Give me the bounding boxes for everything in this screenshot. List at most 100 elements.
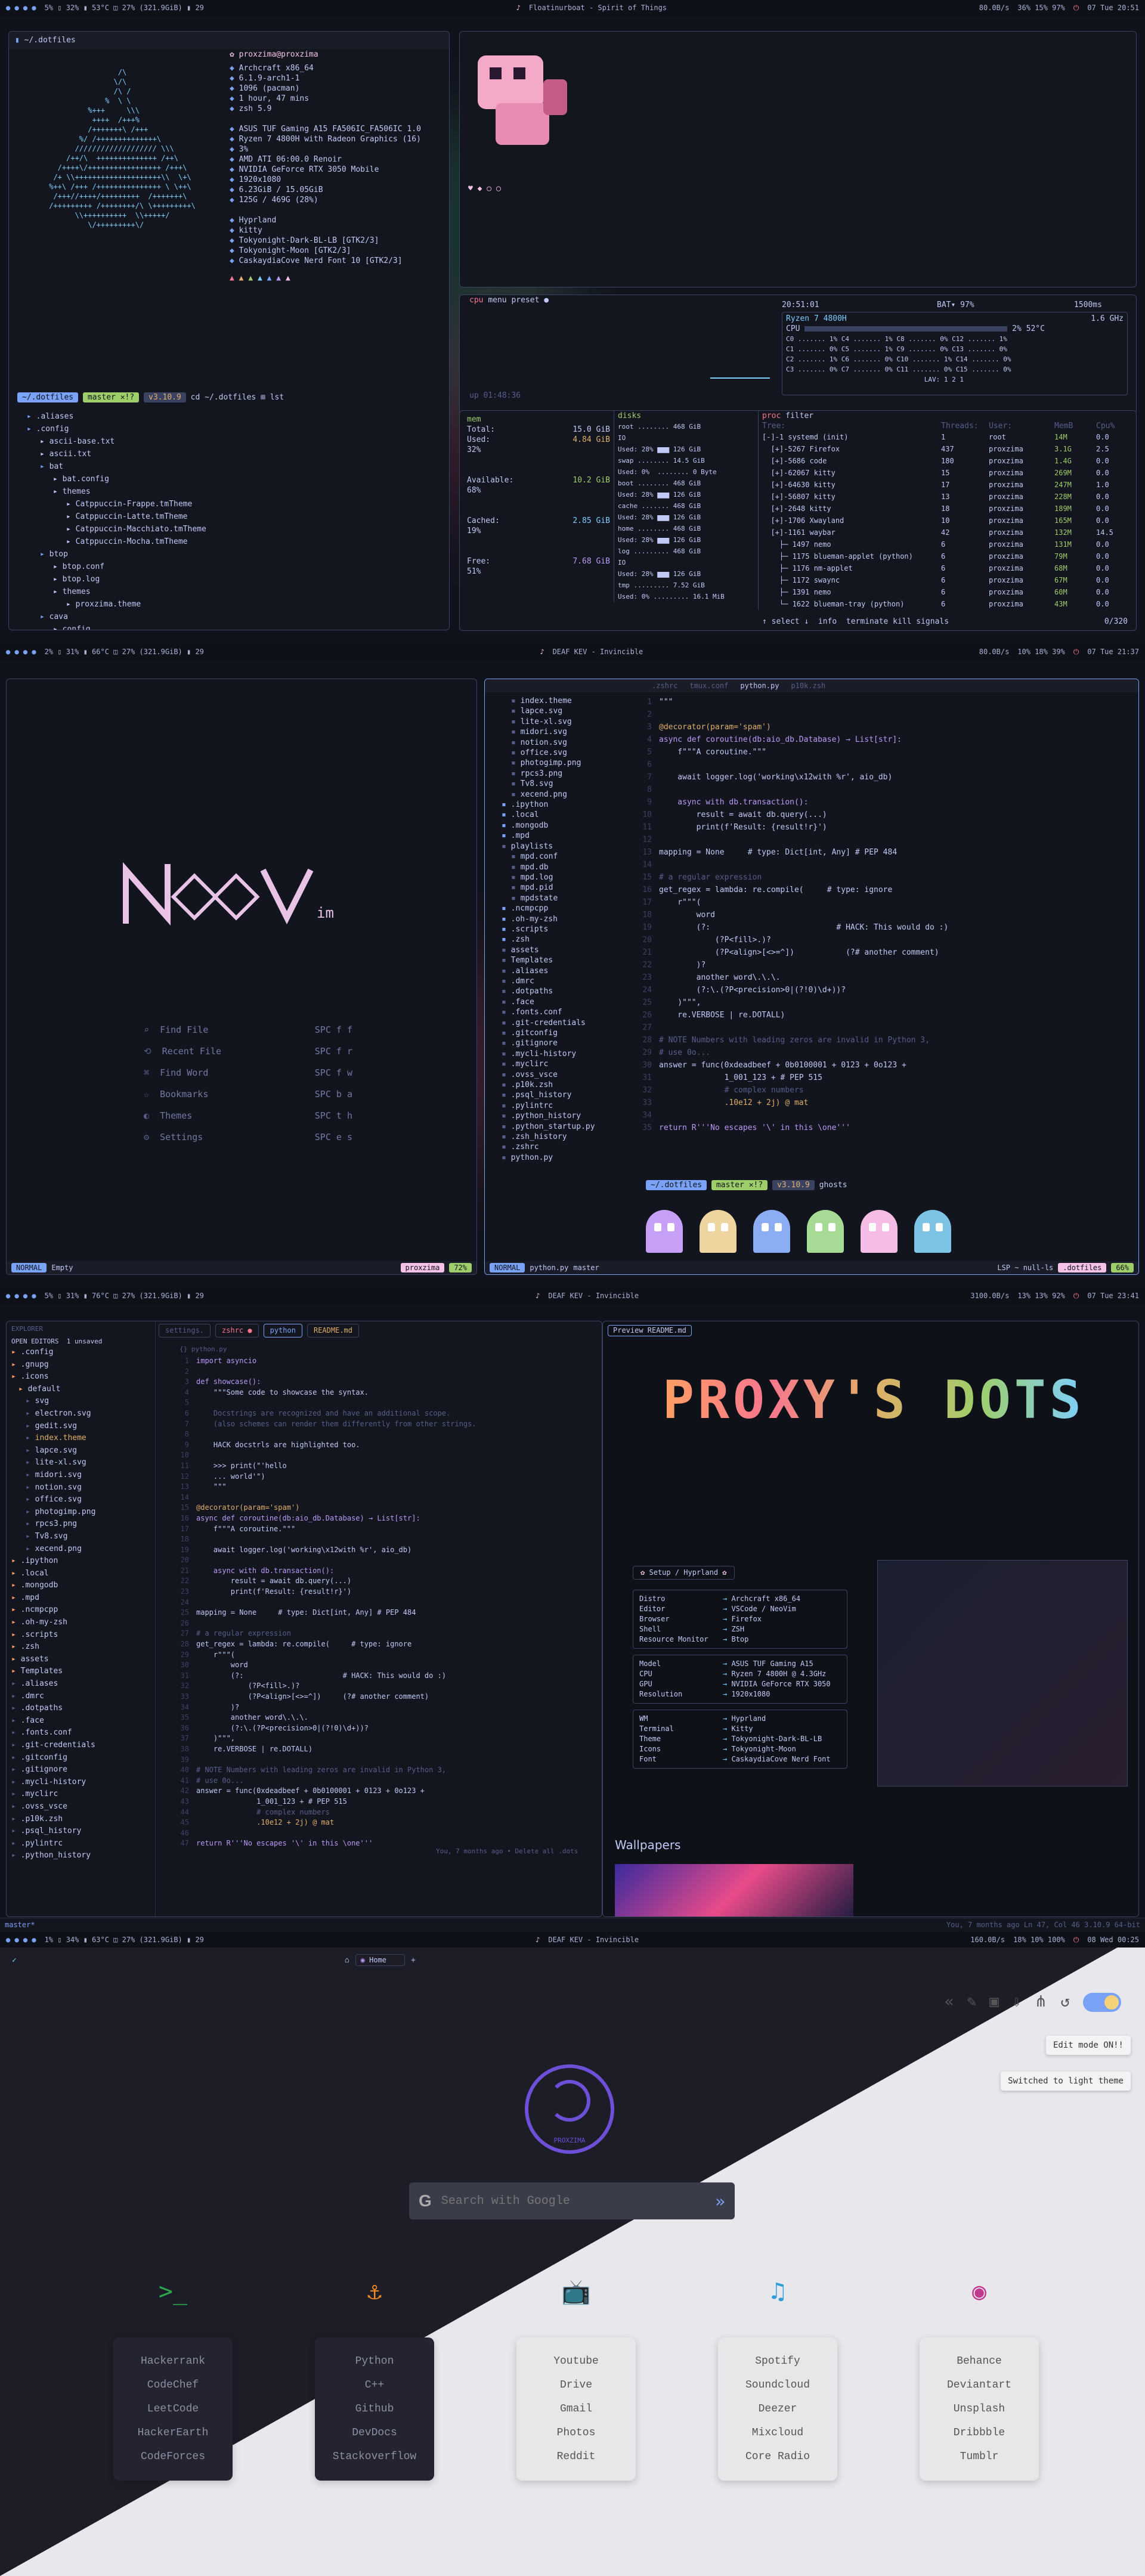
tree-item[interactable]: ▸ themes bbox=[27, 586, 206, 598]
tree-item[interactable]: ▸ .git-credentials bbox=[11, 1739, 155, 1752]
link-leetcode[interactable]: LeetCode bbox=[113, 2397, 233, 2421]
link-soundcloud[interactable]: Soundcloud bbox=[718, 2373, 837, 2397]
tree-item[interactable]: ▪ assets bbox=[497, 945, 595, 955]
tree-item[interactable]: ▸ office.svg bbox=[11, 1494, 155, 1506]
menu-item[interactable]: ☆ Bookmarks SPC b a bbox=[144, 1083, 352, 1105]
tree-item[interactable]: ▸ .aliases bbox=[11, 1678, 155, 1690]
tree-item[interactable]: ▪ python.py bbox=[497, 1153, 595, 1163]
save-icon[interactable]: ▣ bbox=[989, 1993, 999, 2012]
btop-interval[interactable]: 1500ms bbox=[1074, 300, 1102, 310]
proc-row[interactable]: [-]-1 systemd (init) 1 root 14M 0.0 bbox=[762, 431, 1134, 443]
link-behance[interactable]: Behance bbox=[920, 2349, 1039, 2373]
workspace-dots[interactable]: ● ● ● ● bbox=[6, 1936, 36, 1944]
tree-item[interactable]: ▸ .ncmpcpp bbox=[11, 1604, 155, 1617]
tree-item[interactable]: ▪ .ovss_vsce bbox=[497, 1070, 595, 1080]
menu-item[interactable]: ⚙ Settings SPC e s bbox=[144, 1126, 352, 1148]
search-submit-icon[interactable]: » bbox=[715, 2191, 725, 2211]
tree-item[interactable]: ▸ electron.svg bbox=[11, 1408, 155, 1420]
proc-row[interactable]: [+]-2648 kitty 18 proxzima 189M 0.0 bbox=[762, 503, 1134, 515]
link-codechef[interactable]: CodeChef bbox=[113, 2373, 233, 2397]
tree-item[interactable]: ▪ mpd.db bbox=[497, 862, 595, 872]
proc-row[interactable]: [+]-1706 Xwayland 10 proxzima 165M 0.0 bbox=[762, 515, 1134, 527]
tab-tmuxconf[interactable]: tmux.conf bbox=[689, 681, 728, 691]
code-view[interactable]: 1 """ 2 3 @decorator(param='spam') 4 async def… bbox=[634, 696, 948, 1134]
proc-col-header[interactable]: Threads: bbox=[941, 421, 989, 431]
link-github[interactable]: Github bbox=[315, 2397, 434, 2421]
tree-item[interactable]: ▪ office.svg bbox=[497, 748, 595, 758]
tree-item[interactable]: ▸ .pylintrc bbox=[11, 1838, 155, 1850]
now-playing[interactable]: DEAF KEV - Invincible bbox=[548, 1292, 639, 1300]
menu-item[interactable]: ◐ Themes SPC t h bbox=[144, 1105, 352, 1126]
power-icon[interactable]: ⏻ bbox=[1073, 1936, 1079, 1945]
tree-item[interactable]: ▸ Catppuccin-Latte.tmTheme bbox=[27, 510, 206, 523]
menu-item[interactable]: ⟲ Recent File SPC f r bbox=[144, 1041, 352, 1062]
new-tab-button[interactable]: + bbox=[411, 1956, 416, 1965]
tree-item[interactable]: ▪ .mongodb bbox=[497, 821, 595, 831]
tree-item[interactable]: ▸ .scripts bbox=[11, 1629, 155, 1642]
btop-menu[interactable]: menu bbox=[488, 296, 506, 305]
tree-item[interactable]: ▪ .mycli-history bbox=[497, 1049, 595, 1059]
tree-item[interactable]: ▸ bat.config bbox=[27, 473, 206, 485]
edit-list-icon[interactable]: ✎ bbox=[967, 1993, 977, 2012]
tree-item[interactable]: ▪ midori.svg bbox=[497, 727, 595, 737]
tree-item[interactable]: ▸ proxzima.theme bbox=[27, 598, 206, 611]
tab-home[interactable]: Home bbox=[369, 1956, 386, 1964]
tree-item[interactable]: ▪ rpcs3.png bbox=[497, 769, 595, 779]
tree-item[interactable]: ▸ Templates bbox=[11, 1665, 155, 1678]
tree-item[interactable]: ▸ .ipython bbox=[11, 1555, 155, 1568]
proc-col-header[interactable]: User: bbox=[989, 421, 1054, 431]
link-spotify[interactable]: Spotify bbox=[718, 2349, 837, 2373]
tree-item[interactable]: ▸ .psql_history bbox=[11, 1825, 155, 1838]
link-codeforces[interactable]: CodeForces bbox=[113, 2445, 233, 2469]
tree-item[interactable]: ▸ .gitconfig bbox=[11, 1752, 155, 1764]
proc-col-header[interactable]: Cpu% bbox=[1096, 421, 1126, 431]
tree-item[interactable]: ▸ rpcs3.png bbox=[11, 1518, 155, 1531]
tree-item[interactable]: ▸ lite-xl.svg bbox=[11, 1457, 155, 1469]
share-icon[interactable]: ⋔ bbox=[1035, 1993, 1048, 2012]
link-python[interactable]: Python bbox=[315, 2349, 434, 2373]
pixel-art-window[interactable]: ♥ ◆ ○ ◯ bbox=[459, 31, 1137, 287]
tree-item[interactable]: ▸ lapce.svg bbox=[11, 1445, 155, 1457]
tree-item[interactable]: ▸ .myclirc bbox=[11, 1788, 155, 1801]
proc-row[interactable]: [+]-64630 kitty 17 proxzima 247M 1.0 bbox=[762, 479, 1134, 491]
tree-item[interactable]: ▸ .gitignore bbox=[11, 1764, 155, 1776]
tree-item[interactable]: ▪ .p10k.zsh bbox=[497, 1080, 595, 1090]
tree-item[interactable]: ▪ .gitconfig bbox=[497, 1028, 595, 1038]
tree-item[interactable]: ▸ gedit.svg bbox=[11, 1420, 155, 1433]
link-drive[interactable]: Drive bbox=[516, 2373, 636, 2397]
tree-item[interactable]: ▸ .icons bbox=[11, 1371, 155, 1383]
proc-col-header[interactable]: MemB bbox=[1054, 421, 1096, 431]
code-view[interactable]: 1 import asyncio 2 3 def showcase(): 4 """Som… bbox=[168, 1356, 476, 1849]
wallpaper-thumb[interactable] bbox=[615, 1864, 853, 1916]
tree-item[interactable]: ▪ .scripts bbox=[497, 924, 595, 934]
link-reddit[interactable]: Reddit bbox=[516, 2445, 636, 2469]
tree-item[interactable]: ▸ photogimp.png bbox=[11, 1506, 155, 1519]
tree-item[interactable]: ▸ .dotpaths bbox=[11, 1702, 155, 1715]
menu-item[interactable]: ⌕ Find File SPC f f bbox=[144, 1019, 352, 1041]
tree-item[interactable]: ▸ ascii-base.txt bbox=[27, 435, 206, 448]
theme-toggle[interactable] bbox=[1083, 1993, 1121, 2012]
link-hackerearth[interactable]: HackerEarth bbox=[113, 2421, 233, 2445]
proc-footer[interactable]: ↑ select ↓ info terminate kill signals bbox=[762, 617, 949, 626]
tab-pythonpy[interactable]: python.py bbox=[740, 681, 779, 691]
link-photos[interactable]: Photos bbox=[516, 2421, 636, 2445]
tree-item[interactable]: ▪ .ncmpcpp bbox=[497, 903, 595, 914]
power-icon[interactable]: ⏻ bbox=[1073, 1292, 1079, 1301]
link-dribbble[interactable]: Dribbble bbox=[920, 2421, 1039, 2445]
tree-item[interactable]: ▪ .zsh bbox=[497, 934, 595, 945]
tree-item[interactable]: ▸ Catppuccin-Frappe.tmTheme bbox=[27, 498, 206, 510]
tab-zshrc[interactable]: .zshrc bbox=[652, 681, 677, 691]
menu-item[interactable]: ⌘ Find Word SPC f w bbox=[144, 1062, 352, 1083]
proc-row[interactable]: [+]-5686 code 180 proxzima 1.4G 0.0 bbox=[762, 455, 1134, 467]
link-deviantart[interactable]: Deviantart bbox=[920, 2373, 1039, 2397]
power-icon[interactable]: ⏻ bbox=[1073, 4, 1079, 13]
tree-item[interactable]: ▸ .face bbox=[11, 1715, 155, 1727]
link-unsplash[interactable]: Unsplash bbox=[920, 2397, 1039, 2421]
proc-row[interactable]: [+]-1161 waybar 42 proxzima 132M 14.5 bbox=[762, 527, 1134, 538]
tree-item[interactable]: ▪ mpd.pid bbox=[497, 883, 595, 893]
tree-item[interactable]: ▸ ascii.txt bbox=[27, 448, 206, 460]
tree-item[interactable]: ▪ mpd.conf bbox=[497, 852, 595, 862]
proc-row[interactable]: ├─ 1497 nemo 6 proxzima 131M 0.0 bbox=[762, 538, 1134, 550]
proc-filter[interactable]: filter bbox=[785, 411, 813, 420]
tree-item[interactable]: ▸ .ovss_vsce bbox=[11, 1801, 155, 1813]
